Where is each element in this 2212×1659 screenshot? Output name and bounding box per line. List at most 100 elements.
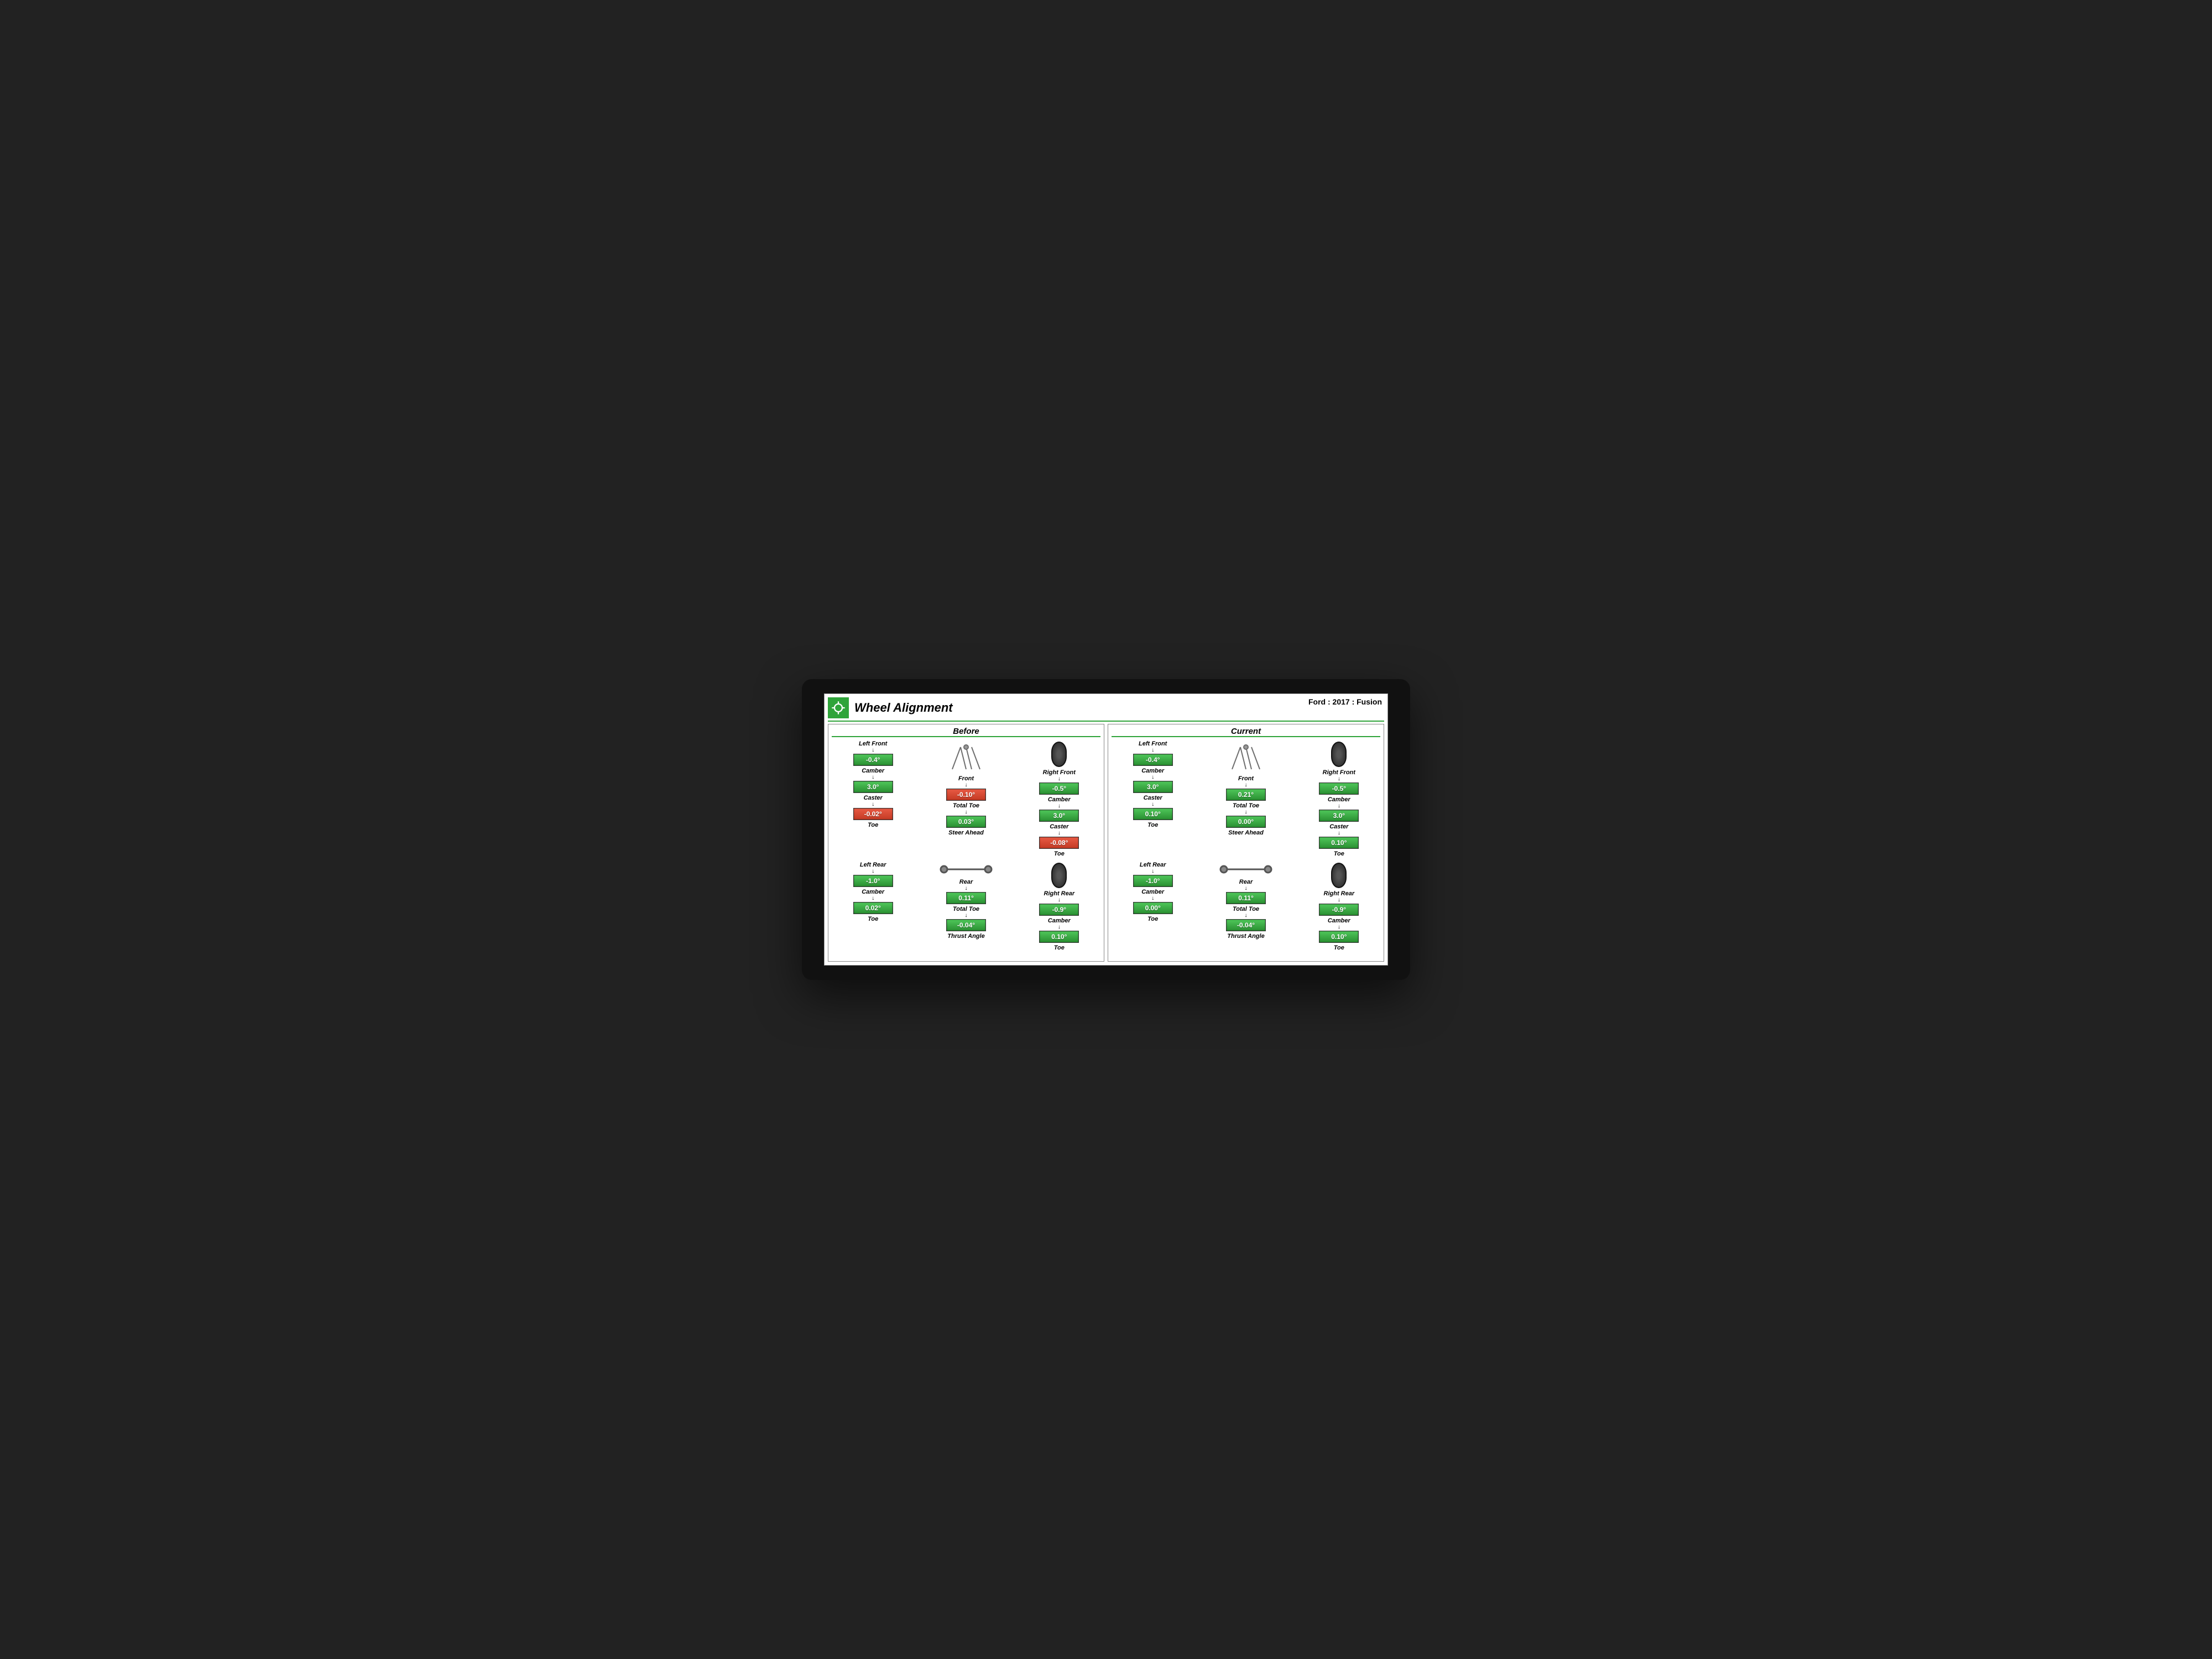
arrow-down-icon: ↓ [1338,898,1340,902]
toe-value: 0.00° [1133,902,1173,914]
toe-label: Toe [1054,945,1065,951]
steer-ahead-label: Steer Ahead [948,830,984,836]
arrow-down-icon: ↓ [1151,869,1154,874]
axle-icon [938,862,994,877]
arrow-down-icon: ↓ [872,896,874,901]
camber-value: -1.0° [1133,875,1173,887]
toe-label: Toe [1147,916,1158,922]
pos-label: Left Front [1139,740,1167,747]
toe-label: Toe [868,822,878,828]
pos-label: Right Rear [1044,890,1075,897]
before-rear-center: Rear ↓ 0.11° Total Toe ↓ -0.04° Thrust A… [916,862,1015,951]
camber-label: Camber [1328,917,1350,924]
arrow-down-icon: ↓ [1151,775,1154,780]
total-toe-value: 0.11° [946,892,986,904]
camber-value: -0.5° [1039,782,1079,795]
arrow-down-icon: ↓ [1058,898,1061,902]
total-toe-label: Total Toe [953,802,979,809]
before-right-rear[interactable]: Right Rear ↓ -0.9° Camber ↓ 0.10° Toe [1018,862,1100,951]
arrow-down-icon: ↓ [965,810,968,815]
axle-icon [1218,862,1274,877]
caster-label: Caster [1144,795,1162,801]
panels-container: Before Left Front ↓ -0.4° Camber ↓ 3.0° … [828,724,1384,962]
arrow-down-icon: ↓ [872,869,874,874]
arrow-down-icon: ↓ [1338,831,1340,836]
panel-current-title: Current [1112,727,1380,737]
tire-icon [1051,863,1067,888]
toe-label: Toe [868,916,878,922]
steer-ahead-value: 0.00° [1226,816,1266,828]
caster-label: Caster [1050,823,1068,830]
camber-value: -0.4° [1133,754,1173,766]
before-front-center: Front ↓ -0.10° Total Toe ↓ 0.03° Steer A… [916,740,1015,857]
camber-label: Camber [1141,768,1164,774]
arrow-down-icon: ↓ [1245,886,1248,891]
camber-label: Camber [1328,796,1350,803]
total-toe-label: Total Toe [953,906,979,912]
caster-label: Caster [1329,823,1348,830]
arrow-down-icon: ↓ [965,914,968,918]
arrow-down-icon: ↓ [872,802,874,807]
arrow-down-icon: ↓ [1151,896,1154,901]
toe-label: Toe [1334,851,1344,857]
current-left-rear[interactable]: Left Rear ↓ -1.0° Camber ↓ 0.00° Toe [1112,862,1194,951]
rear-label: Rear [1239,879,1253,885]
tire-icon [1051,742,1067,767]
before-front-row: Left Front ↓ -0.4° Camber ↓ 3.0° Caster … [832,740,1100,857]
page-title: Wheel Alignment [854,701,953,715]
arrow-down-icon: ↓ [965,783,968,787]
camber-value: -0.5° [1319,782,1359,795]
toe-value: -0.02° [853,808,893,820]
current-rear-row: Left Rear ↓ -1.0° Camber ↓ 0.00° Toe Rea… [1112,862,1380,951]
vehicle-text: Ford : 2017 : Fusion [1308,697,1382,706]
front-label: Front [958,775,974,782]
before-rear-row: Left Rear ↓ -1.0° Camber ↓ 0.02° Toe Rea… [832,862,1100,951]
before-left-front[interactable]: Left Front ↓ -0.4° Camber ↓ 3.0° Caster … [832,740,914,857]
tire-icon [1331,863,1347,888]
arrow-down-icon: ↓ [1338,925,1340,930]
arrow-down-icon: ↓ [1058,804,1061,808]
current-right-rear[interactable]: Right Rear ↓ -0.9° Camber ↓ 0.10° Toe [1298,862,1380,951]
rear-label: Rear [959,879,973,885]
thrust-angle-value: -0.04° [1226,919,1266,931]
toe-label: Toe [1054,851,1065,857]
camber-label: Camber [862,768,884,774]
current-front-row: Left Front ↓ -0.4° Camber ↓ 3.0° Caster … [1112,740,1380,857]
before-left-rear[interactable]: Left Rear ↓ -1.0° Camber ↓ 0.02° Toe [832,862,914,951]
thrust-angle-label: Thrust Angle [1227,933,1264,940]
toe-label: Toe [1334,945,1344,951]
pos-label: Left Rear [860,862,886,868]
caster-value: 3.0° [1319,810,1359,822]
current-right-front[interactable]: Right Front ↓ -0.5° Camber ↓ 3.0° Caster… [1298,740,1380,857]
pos-label: Right Front [1043,769,1076,776]
camber-value: -0.9° [1039,904,1079,916]
arrow-down-icon: ↓ [1338,804,1340,808]
pos-label: Left Front [859,740,887,747]
camber-label: Camber [862,889,884,895]
alignment-icon [828,697,849,718]
arrow-down-icon: ↓ [1151,748,1154,753]
arrow-down-icon: ↓ [1245,810,1248,815]
app-screen: Ford : 2017 : Fusion Wheel Alignment Bef… [824,693,1388,966]
toe-value: 0.10° [1319,837,1359,849]
arrow-down-icon: ↓ [1338,777,1340,781]
steer-ahead-value: 0.03° [946,816,986,828]
front-label: Front [1238,775,1254,782]
camber-label: Camber [1048,917,1071,924]
caster-value: 3.0° [1133,781,1173,793]
title-bar: Wheel Alignment [828,697,1384,722]
suspension-icon [1227,742,1265,773]
toe-value: -0.08° [1039,837,1079,849]
pos-label: Right Front [1323,769,1355,776]
suspension-icon [947,742,985,773]
arrow-down-icon: ↓ [965,886,968,891]
before-right-front[interactable]: Right Front ↓ -0.5° Camber ↓ 3.0° Caster… [1018,740,1100,857]
panel-before: Before Left Front ↓ -0.4° Camber ↓ 3.0° … [828,724,1104,962]
camber-value: -0.9° [1319,904,1359,916]
thrust-angle-label: Thrust Angle [947,933,984,940]
caster-label: Caster [864,795,883,801]
current-left-front[interactable]: Left Front ↓ -0.4° Camber ↓ 3.0° Caster … [1112,740,1194,857]
arrow-down-icon: ↓ [1151,802,1154,807]
toe-value: 0.02° [853,902,893,914]
arrow-down-icon: ↓ [1245,783,1248,787]
